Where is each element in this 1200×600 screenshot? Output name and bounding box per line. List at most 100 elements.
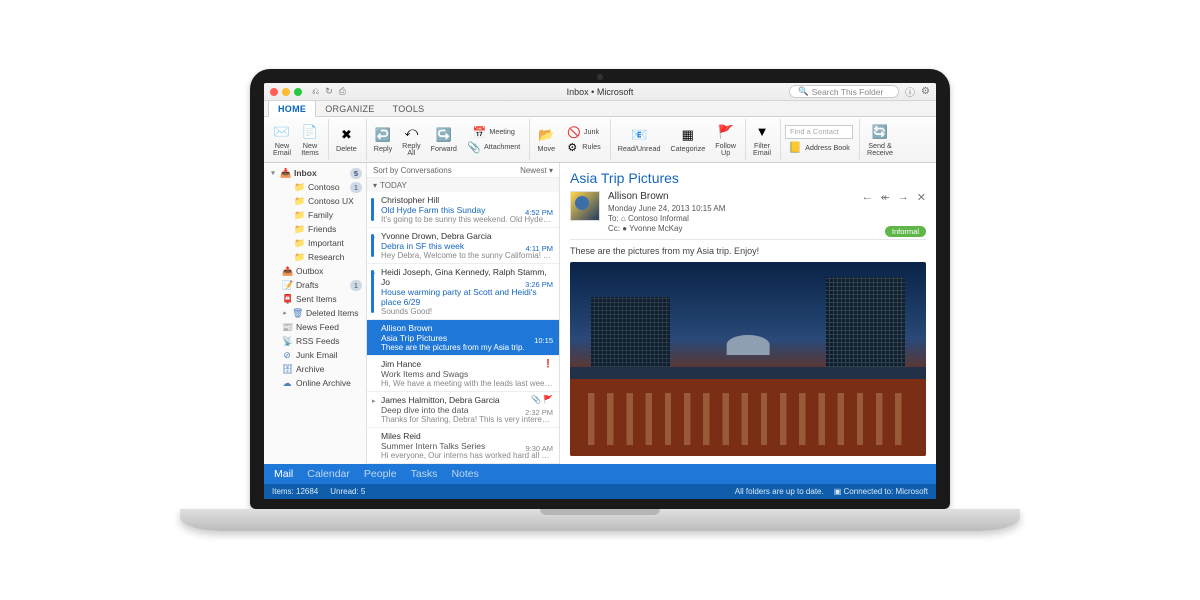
folder-icon: 📁 <box>294 182 304 193</box>
sidebar-folder-important[interactable]: 📁Important <box>264 236 366 250</box>
status-connected: ▣ Connected to: Microsoft <box>834 487 928 496</box>
inbox-icon: 📥 <box>280 168 290 179</box>
delete-icon: ✖ <box>337 126 355 144</box>
sidebar-newsfeed[interactable]: 📰News Feed <box>264 320 366 334</box>
sync-icon: 🔄 <box>871 123 889 141</box>
sidebar-folder-friends[interactable]: 📁Friends <box>264 222 366 236</box>
window-zoom-button[interactable] <box>294 88 302 96</box>
status-sync: All folders are up to date. <box>735 487 824 496</box>
sidebar-inbox[interactable]: ▾📥Inbox5 <box>264 166 366 180</box>
new-email-button[interactable]: ✉️NewEmail <box>270 119 294 160</box>
paperclip-icon: 📎 <box>467 140 481 154</box>
sidebar-deleted[interactable]: ▸🗑Deleted Items <box>264 306 366 320</box>
status-unread: Unread: 5 <box>330 487 365 496</box>
attachment-button[interactable]: 📎Attachment <box>464 140 523 154</box>
envelope-icon: ✉️ <box>273 123 291 141</box>
junk-folder-icon: ⊘ <box>282 350 292 361</box>
message-item[interactable]: Christopher Hill Old Hyde Farm this Sund… <box>367 192 559 228</box>
window-minimize-button[interactable] <box>282 88 290 96</box>
nav-tasks[interactable]: Tasks <box>411 468 438 480</box>
trash-icon: 🗑 <box>292 308 302 319</box>
next-arrow-icon[interactable]: → <box>898 191 909 204</box>
reply-all-button[interactable]: ⤺ReplyAll <box>399 119 423 160</box>
search-input[interactable]: 🔍 Search This Folder <box>789 85 899 98</box>
meeting-button[interactable]: 📅Meeting <box>464 125 523 139</box>
sidebar-outbox[interactable]: 📤Outbox <box>264 264 366 278</box>
message-cc: Cc: ● Yvonne McKay <box>608 224 725 234</box>
thread-expand-icon[interactable]: ▸ <box>372 397 376 405</box>
new-items-button[interactable]: 📄NewItems <box>298 119 322 160</box>
sidebar-online-archive[interactable]: ☁Online Archive <box>264 376 366 390</box>
sort-order-toggle[interactable]: Newest ▾ <box>520 166 553 175</box>
calendar-icon: 📅 <box>472 125 486 139</box>
reply-button[interactable]: ↩️Reply <box>371 119 395 160</box>
message-item[interactable]: ▸ Yvonne Drown, Debra Garcia Debra in SF… <box>367 228 559 264</box>
drafts-icon: 📝 <box>282 280 292 291</box>
message-item-selected[interactable]: Allison Brown Asia Trip Pictures These a… <box>367 320 559 356</box>
read-unread-button[interactable]: 📧Read/Unread <box>615 119 664 160</box>
categorize-button[interactable]: ▦Categorize <box>667 119 708 160</box>
settings-icon[interactable]: ⚙ <box>921 86 930 97</box>
message-item[interactable]: ❗ Jim Hance Work Items and Swags Hi, We … <box>367 356 559 392</box>
prev-arrow-icon[interactable]: ← <box>862 191 873 204</box>
redo-icon[interactable]: ↻ <box>325 86 333 97</box>
find-contact-input[interactable]: Find a Contact <box>785 125 853 139</box>
reply-icon: ↩️ <box>374 126 392 144</box>
sidebar-archive[interactable]: 🗄Archive <box>264 362 366 376</box>
message-list-header: Sort by Conversations Newest ▾ <box>367 163 559 178</box>
help-icon[interactable]: ⓘ <box>905 84 915 99</box>
folder-sidebar: ▾📥Inbox5 📁Contoso1 📁Contoso UX 📁Family 📁… <box>264 163 367 464</box>
reply-arrow-icon[interactable]: ↞ <box>881 191 890 204</box>
undo-icon[interactable]: ⎌ <box>312 86 319 97</box>
message-item[interactable]: ▸ 📎🚩 James Halmitton, Debra Garcia Deep … <box>367 392 559 428</box>
nav-people[interactable]: People <box>364 468 397 480</box>
rules-button[interactable]: ⚙Rules <box>562 140 603 154</box>
status-bar: Items: 12684 Unread: 5 All folders are u… <box>264 484 936 499</box>
reply-all-icon: ⤺ <box>402 123 420 141</box>
search-icon: 🔍 <box>798 86 809 97</box>
archive-icon: 🗄 <box>282 364 292 375</box>
send-receive-button[interactable]: 🔄Send &Receive <box>864 119 896 160</box>
sidebar-drafts[interactable]: 📝Drafts1 <box>264 278 366 292</box>
sidebar-rss[interactable]: 📡RSS Feeds <box>264 334 366 348</box>
nav-calendar[interactable]: Calendar <box>307 468 350 480</box>
attachment-image[interactable] <box>570 262 926 457</box>
book-icon: 📒 <box>788 141 802 155</box>
tab-home[interactable]: HOME <box>268 100 316 117</box>
tab-organize[interactable]: ORGANIZE <box>316 101 383 116</box>
outbox-icon: 📤 <box>282 266 292 277</box>
message-item[interactable]: Miles Reid Summer Intern Talks Series Hi… <box>367 428 559 464</box>
sidebar-folder-research[interactable]: 📁Research <box>264 250 366 264</box>
print-icon[interactable]: ⎙ <box>339 86 346 97</box>
category-pill[interactable]: Informal <box>885 226 926 237</box>
close-preview-icon[interactable]: ✕ <box>917 191 926 204</box>
sidebar-folder-contoso[interactable]: 📁Contoso1 <box>264 180 366 194</box>
delete-button[interactable]: ✖Delete <box>333 119 360 160</box>
sender-avatar[interactable] <box>570 191 600 221</box>
sidebar-sent[interactable]: 📮Sent Items <box>264 292 366 306</box>
filter-email-button[interactable]: ▼FilterEmail <box>750 119 774 160</box>
follow-up-button[interactable]: 🚩FollowUp <box>712 119 739 160</box>
ribbon-toolbar: ✉️NewEmail 📄NewItems ✖Delete ↩️Reply ⤺Re… <box>264 117 936 163</box>
move-icon: 📂 <box>537 126 555 144</box>
message-item[interactable]: ▸ Heidi Joseph, Gina Kennedy, Ralph Stam… <box>367 264 559 320</box>
nav-notes[interactable]: Notes <box>451 468 478 480</box>
window-close-button[interactable] <box>270 88 278 96</box>
sender-name: Allison Brown <box>608 191 725 204</box>
inbox-count-badge: 5 <box>350 168 362 179</box>
junk-icon: 🚫 <box>567 125 581 139</box>
nav-mail[interactable]: Mail <box>274 468 293 480</box>
flag-icon: 🚩 <box>717 123 735 141</box>
sidebar-folder-contoso-ux[interactable]: 📁Contoso UX <box>264 194 366 208</box>
group-today[interactable]: ▾TODAY <box>367 178 559 192</box>
sort-by-label[interactable]: Sort by Conversations <box>373 166 452 175</box>
sidebar-junk[interactable]: ⊘Junk Email <box>264 348 366 362</box>
move-button[interactable]: 📂Move <box>534 119 558 160</box>
sidebar-folder-family[interactable]: 📁Family <box>264 208 366 222</box>
address-book-button[interactable]: 📒Address Book <box>785 141 853 155</box>
new-items-icon: 📄 <box>301 123 319 141</box>
junk-button[interactable]: 🚫Junk <box>562 125 603 139</box>
tab-tools[interactable]: TOOLS <box>384 101 434 116</box>
laptop-camera <box>597 74 603 80</box>
forward-button[interactable]: ↪️Forward <box>428 119 460 160</box>
